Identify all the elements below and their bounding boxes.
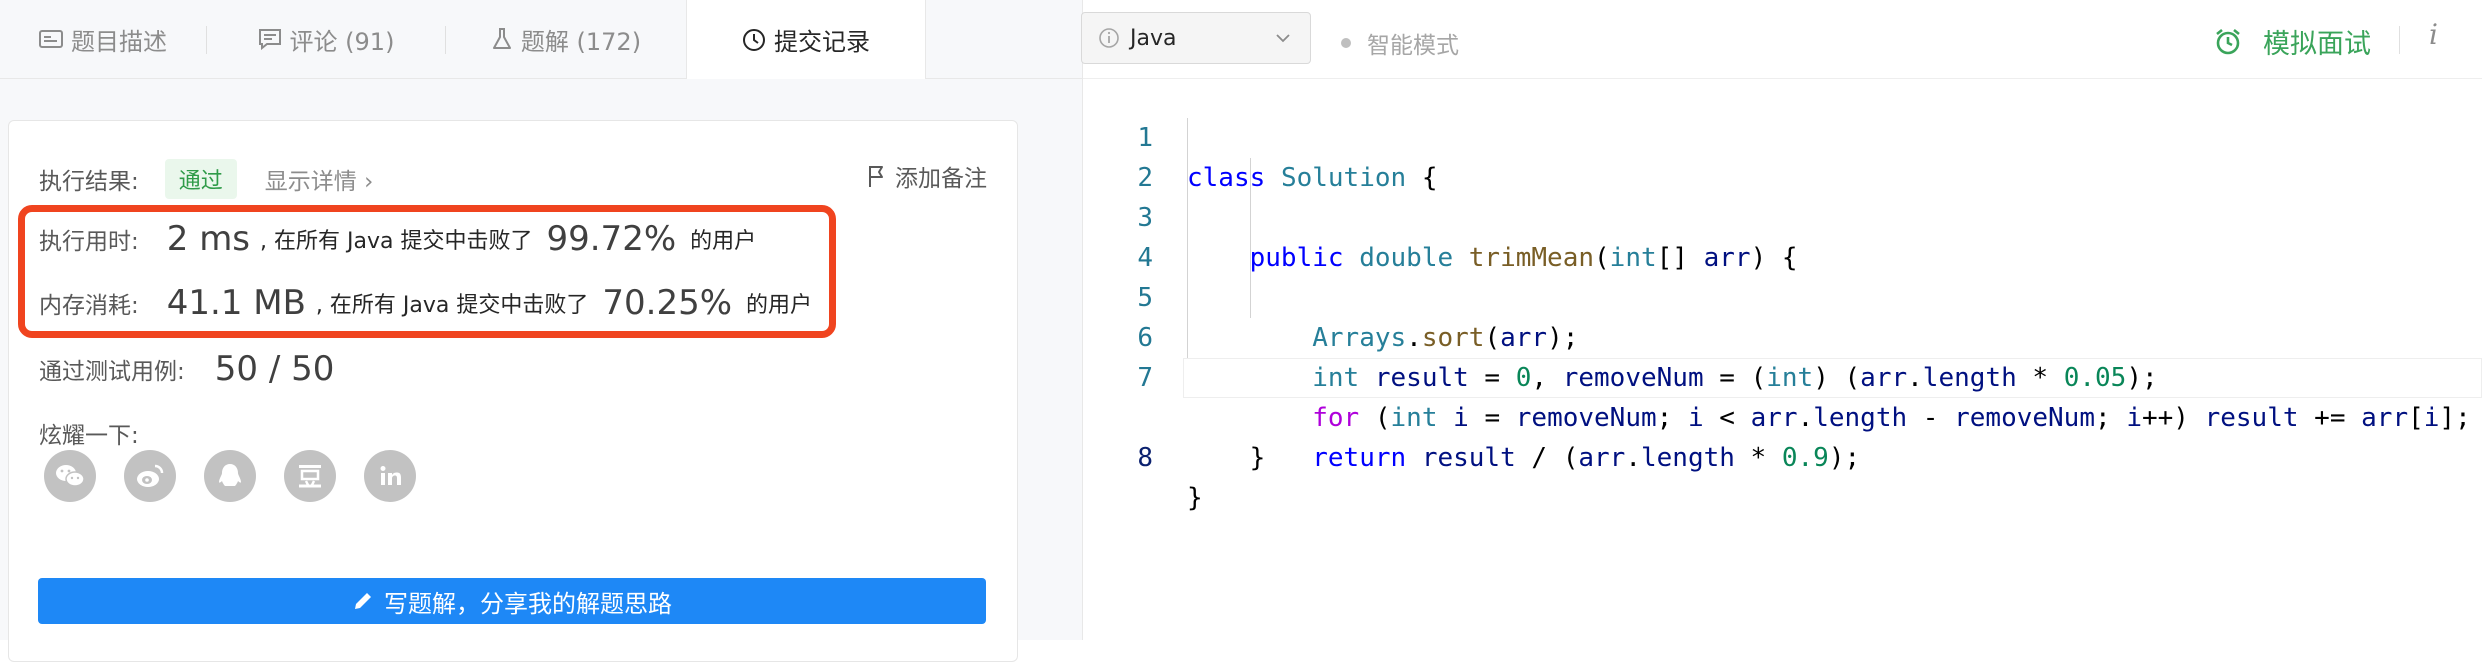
editor-toolbar: Java 智能模式 模拟面试 i	[1081, 0, 2482, 79]
language-select[interactable]: Java	[1081, 12, 1311, 64]
share-icons	[44, 450, 416, 502]
indent-guide	[1250, 158, 1251, 198]
flask-icon	[491, 27, 513, 51]
pencil-icon	[352, 590, 374, 612]
tab-bar: 题目描述 评论 (91) 题解 (172) 提交记录	[0, 0, 1082, 79]
wechat-icon[interactable]	[44, 450, 96, 502]
flag-icon	[867, 164, 885, 188]
indent-guide	[1187, 158, 1188, 198]
douban-icon[interactable]	[284, 450, 336, 502]
code-line: 4 int result = 0, removeNum = (int) (arr…	[1083, 198, 2482, 393]
write-solution-label: 写题解，分享我的解题思路	[384, 589, 672, 618]
indent-guide	[1250, 238, 1251, 278]
code-line: 7 }	[1083, 318, 2482, 473]
indent-guide	[1250, 198, 1251, 238]
show-details-link[interactable]: 显示详情 ›	[265, 162, 374, 196]
qq-icon[interactable]	[204, 450, 256, 502]
code-text: for (int i = removeNum; i < arr.length -…	[1312, 403, 2471, 433]
smart-mode-toggle[interactable]: 智能模式	[1341, 26, 1459, 60]
left-panel: 题目描述 评论 (91) 题解 (172) 提交记录 执行结果: 通过 显示详情…	[0, 0, 1082, 662]
dot-icon	[1341, 38, 1351, 48]
language-value: Java	[1130, 25, 1177, 51]
indent-guide	[1250, 278, 1251, 318]
tab-solutions-label: 题解 (172)	[520, 27, 642, 56]
status-badge: 通过	[164, 159, 237, 199]
chevron-down-icon	[1274, 29, 1292, 47]
result-label: 执行结果:	[39, 169, 139, 195]
clock-icon	[742, 28, 766, 52]
code-text: return result / (arr.length * 0.9);	[1312, 443, 1861, 473]
add-note-button[interactable]: 添加备注	[867, 159, 987, 193]
indent-guide	[1187, 318, 1188, 358]
tab-submissions[interactable]: 提交记录	[686, 0, 926, 79]
code-text: }	[1187, 483, 1203, 513]
write-solution-button[interactable]: 写题解，分享我的解题思路	[38, 578, 986, 624]
share-label: 炫耀一下:	[39, 423, 139, 449]
weibo-icon[interactable]	[124, 450, 176, 502]
tab-comments[interactable]: 评论 (91)	[207, 0, 445, 78]
info-icon[interactable]: i	[2429, 18, 2438, 51]
toolbar-separator	[2399, 26, 2400, 54]
tab-comments-label: 评论 (91)	[289, 27, 395, 56]
indent-guide	[1187, 198, 1188, 238]
code-text: }	[1187, 443, 1266, 473]
code-line: 6 return result / (arr.length * 0.9);	[1083, 278, 2482, 473]
code-editor[interactable]: 1 class Solution { 2 public double trimM…	[1083, 78, 2482, 513]
code-line: 2 public double trimMean(int[] arr) {	[1083, 118, 2482, 273]
tab-submissions-label: 提交记录	[774, 28, 870, 56]
code-line: 1 class Solution {	[1083, 78, 2482, 193]
alarm-clock-icon	[2213, 27, 2243, 57]
add-note-label: 添加备注	[895, 166, 987, 192]
code-line-current: 8 }	[1083, 358, 2482, 513]
smart-mode-label: 智能模式	[1367, 33, 1459, 59]
mock-interview-label: 模拟面试	[2263, 29, 2371, 60]
tab-description[interactable]: 题目描述	[0, 0, 206, 78]
share-row: 炫耀一下:	[39, 416, 139, 450]
result-row: 执行结果: 通过 显示详情 ›	[39, 159, 373, 199]
linkedin-icon[interactable]	[364, 450, 416, 502]
mock-interview-button[interactable]: 模拟面试	[2213, 22, 2371, 61]
editor-panel: Java 智能模式 模拟面试 i 1 class Solution { 2 pu…	[1081, 0, 2482, 640]
indent-guide	[1187, 278, 1188, 318]
line-number: 8	[1137, 443, 1153, 473]
current-line-highlight	[1183, 358, 2482, 398]
description-icon	[39, 29, 63, 49]
indent-guide	[1187, 118, 1188, 158]
tests-label: 通过测试用例:	[39, 359, 185, 385]
code-line: 5 for (int i = removeNum; i < arr.length…	[1083, 238, 2482, 433]
info-circle-icon	[1098, 27, 1120, 49]
tests-row: 通过测试用例: 50 / 50	[39, 349, 344, 389]
comment-icon	[258, 28, 282, 50]
indent-guide	[1187, 238, 1188, 278]
tests-value: 50 / 50	[214, 349, 335, 389]
code-line: 3 Arrays.sort(arr);	[1083, 158, 2482, 353]
highlight-box	[18, 205, 836, 338]
tab-solutions[interactable]: 题解 (172)	[446, 0, 686, 78]
tab-description-label: 题目描述	[71, 27, 167, 56]
